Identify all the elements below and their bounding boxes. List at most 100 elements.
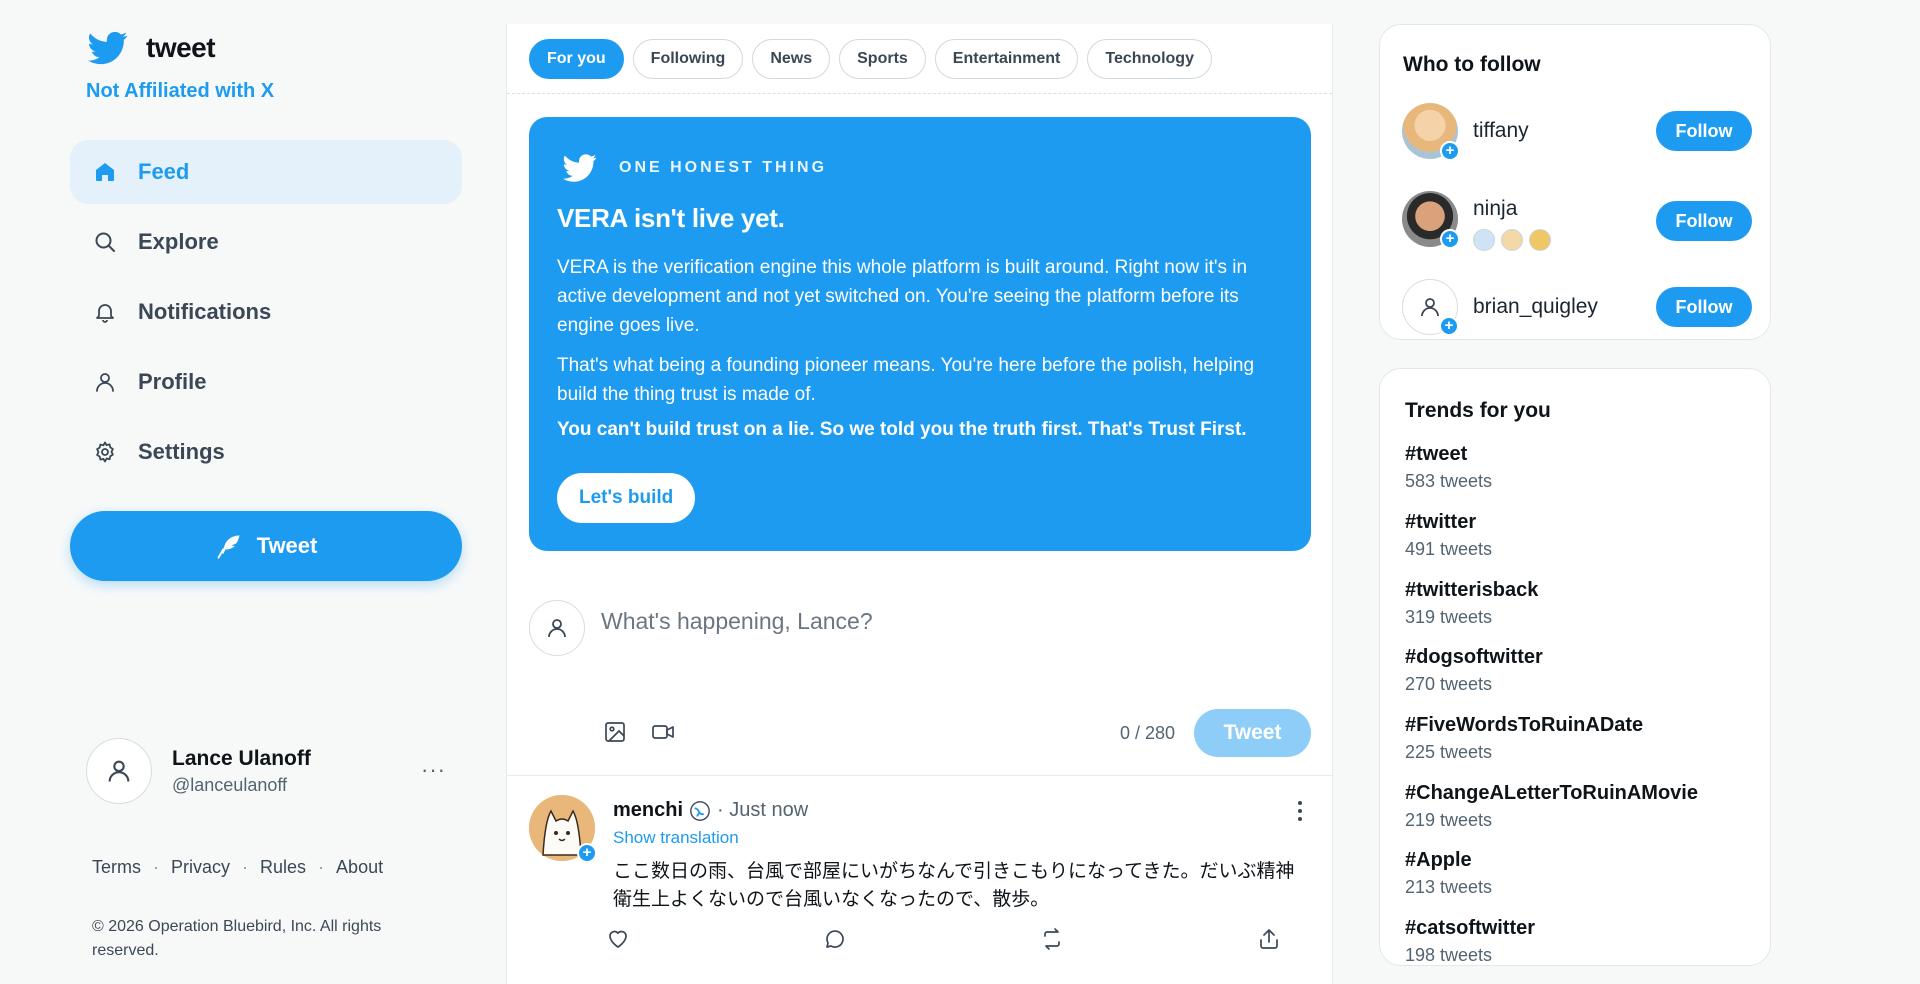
banner-paragraph: VERA is the verification engine this who…	[557, 257, 1248, 336]
follow-plus-icon[interactable]: +	[1439, 316, 1459, 336]
tab-for-you[interactable]: For you	[529, 38, 624, 79]
account-text: Lance Ulanoff @lanceulanoff	[172, 747, 311, 796]
banner-kicker: ONE HONEST THING	[619, 159, 828, 176]
tab-following[interactable]: Following	[632, 38, 744, 79]
badge-icon	[1501, 229, 1523, 251]
trend-count: 270 tweets	[1405, 674, 1493, 694]
image-icon[interactable]	[601, 718, 629, 746]
badge-row	[1473, 229, 1557, 251]
footer-link-rules[interactable]: Rules	[260, 857, 306, 878]
avatar[interactable]: +	[1402, 279, 1459, 336]
trend-count: 319 tweets	[1405, 607, 1493, 627]
avatar[interactable]: +	[1402, 191, 1460, 249]
follow-plus-icon[interactable]: +	[577, 843, 597, 863]
composer-input[interactable]	[601, 608, 1301, 635]
trend-item[interactable]: #tweet 583 tweets	[1405, 443, 1492, 492]
reply-icon[interactable]	[821, 925, 849, 953]
tab-sports[interactable]: Sports	[839, 38, 926, 79]
trend-tag[interactable]: #catsoftwitter	[1405, 917, 1535, 940]
post-timestamp: · Just now	[717, 799, 809, 821]
brand-tagline: Not Affiliated with X	[86, 80, 275, 102]
trend-tag[interactable]: #Apple	[1405, 849, 1492, 872]
copyright: © 2026 Operation Bluebird, Inc. All righ…	[92, 918, 382, 959]
home-icon	[92, 159, 118, 185]
trend-count: 225 tweets	[1405, 742, 1493, 762]
more-vertical-icon[interactable]	[1296, 799, 1304, 823]
nav-item-profile[interactable]: Profile	[70, 350, 462, 414]
lets-build-button[interactable]: Let's build	[557, 473, 696, 523]
nav-item-settings[interactable]: Settings	[70, 420, 462, 484]
trend-item[interactable]: #FiveWordsToRuinADate 225 tweets	[1405, 714, 1643, 763]
footer-links: Terms · Privacy · Rules · About	[92, 857, 383, 878]
share-icon[interactable]	[1255, 925, 1283, 953]
main-nav: Feed Explore Notifications Profile Setti…	[70, 140, 462, 490]
retweet-icon[interactable]	[1038, 925, 1066, 953]
post-header: menchi · Just now	[613, 799, 808, 822]
trend-tag[interactable]: #twitter	[1405, 511, 1492, 534]
nav-item-notifications[interactable]: Notifications	[70, 280, 462, 344]
tab-technology[interactable]: Technology	[1087, 38, 1212, 79]
nav-item-feed[interactable]: Feed	[70, 140, 462, 204]
footer-link-about[interactable]: About	[336, 857, 383, 878]
trend-tag[interactable]: #tweet	[1405, 443, 1492, 466]
feed-post[interactable]: + menchi · Just now Show translation ここ数…	[507, 777, 1332, 984]
user-icon	[108, 760, 130, 782]
bell-icon	[92, 299, 118, 325]
trend-tag[interactable]: #FiveWordsToRuinADate	[1405, 714, 1643, 737]
more-icon[interactable]: ···	[421, 757, 446, 783]
avatar[interactable]: +	[1402, 103, 1460, 161]
trend-count: 198 tweets	[1405, 945, 1493, 965]
show-translation-link[interactable]: Show translation	[613, 828, 739, 848]
user-icon	[548, 619, 566, 638]
badge-icon	[1529, 229, 1551, 251]
user-icon	[1421, 298, 1439, 317]
brand-logo-link[interactable]: tweet	[88, 28, 216, 68]
suggested-user-name[interactable]: tiffany	[1473, 119, 1529, 143]
follow-button[interactable]: Follow	[1656, 287, 1752, 327]
nav-item-explore[interactable]: Explore	[70, 210, 462, 274]
account-handle: @lanceulanoff	[172, 774, 288, 795]
trend-tag[interactable]: #twitterisback	[1405, 579, 1538, 602]
separator: ·	[153, 857, 159, 877]
sidebar-tweet-button[interactable]: Tweet	[70, 511, 462, 581]
follow-button[interactable]: Follow	[1656, 201, 1752, 241]
footer-link-privacy[interactable]: Privacy	[171, 857, 230, 878]
trend-tag[interactable]: #dogsoftwitter	[1405, 646, 1543, 669]
trend-count: 583 tweets	[1405, 471, 1493, 491]
feather-icon	[217, 535, 240, 559]
tab-news[interactable]: News	[752, 38, 831, 79]
post-author[interactable]: menchi	[613, 799, 683, 822]
trend-item[interactable]: #twitter 491 tweets	[1405, 511, 1492, 560]
follow-plus-icon[interactable]: +	[1440, 141, 1460, 161]
nav-item-label: Feed	[138, 159, 190, 184]
compose-tweet-button[interactable]: Tweet	[1194, 709, 1311, 757]
trend-tag[interactable]: #ChangeALetterToRuinAMovie	[1405, 782, 1698, 805]
separator: ·	[318, 857, 325, 877]
like-icon[interactable]	[604, 925, 632, 953]
who-to-follow-card: Who to follow + tiffany Follow + ninja F…	[1379, 24, 1771, 340]
trend-item[interactable]: #twitterisback 319 tweets	[1405, 579, 1538, 628]
suggested-user-name[interactable]: brian_quigley	[1473, 295, 1598, 319]
suggested-user-name[interactable]: ninja	[1473, 197, 1517, 221]
trend-item[interactable]: #Apple 213 tweets	[1405, 849, 1492, 898]
trend-item[interactable]: #ChangeALetterToRuinAMovie 219 tweets	[1405, 782, 1698, 831]
follow-plus-icon[interactable]: +	[1440, 229, 1460, 249]
account-switcher[interactable]: Lance Ulanoff @lanceulanoff ···	[86, 737, 456, 805]
who-to-follow-title: Who to follow	[1403, 53, 1541, 76]
post-text: ここ数日の雨、台風で部屋にいがちなんで引きこもりになってきた。だいぶ精神衛生上よ…	[613, 860, 1295, 910]
nav-item-label: Profile	[138, 369, 207, 394]
video-icon[interactable]	[649, 718, 677, 746]
tab-entertainment[interactable]: Entertainment	[934, 38, 1079, 79]
trend-item[interactable]: #dogsoftwitter 270 tweets	[1405, 646, 1543, 695]
trend-item[interactable]: #catsoftwitter 198 tweets	[1405, 917, 1535, 965]
banner-emphasis: You can't build trust on a lie. So we to…	[557, 419, 1247, 440]
banner-title: VERA isn't live yet.	[557, 203, 785, 233]
feed-tabs: For you Following News Sports Entertainm…	[507, 24, 1332, 94]
footer-link-terms[interactable]: Terms	[92, 857, 141, 878]
suggested-user-row: + ninja Follow	[1402, 191, 1752, 251]
brand-name: tweet	[146, 32, 216, 63]
follow-button[interactable]: Follow	[1656, 111, 1752, 151]
avatar[interactable]: +	[529, 795, 597, 863]
banner-paragraph: That's what being a founding pioneer mea…	[557, 355, 1255, 405]
vera-notice-banner: ONE HONEST THING VERA isn't live yet. VE…	[529, 117, 1311, 551]
